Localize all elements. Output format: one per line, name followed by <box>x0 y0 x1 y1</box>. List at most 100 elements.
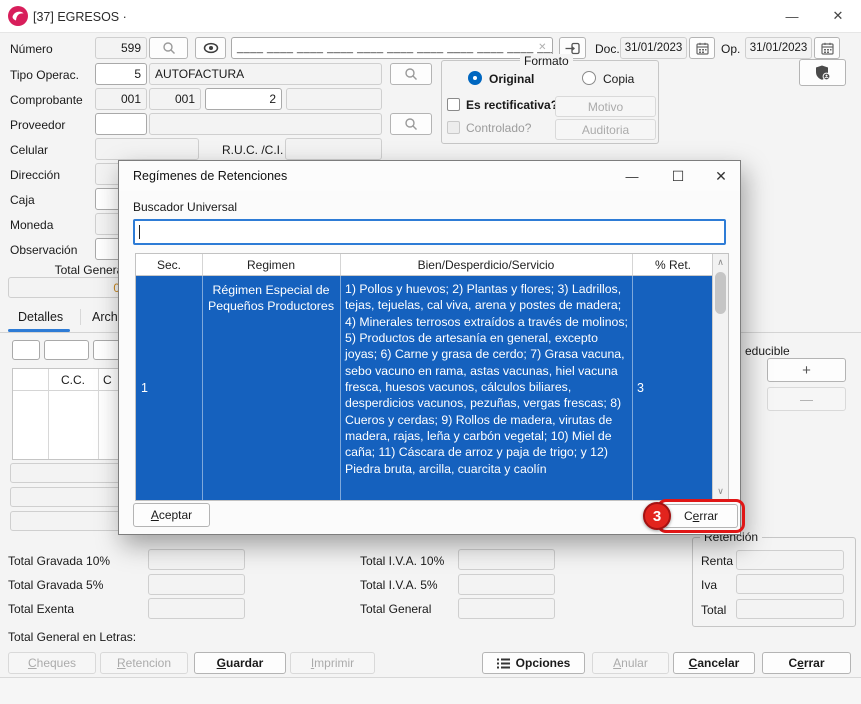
buscador-universal-input[interactable] <box>133 219 726 245</box>
proveedor-code-input[interactable] <box>95 113 147 135</box>
total-iva10-label: Total I.V.A. 10% <box>360 554 444 568</box>
comprobante-input-1[interactable]: 001 <box>95 88 147 110</box>
tab-detalles[interactable]: Detalles <box>18 310 63 324</box>
celular-input[interactable] <box>95 138 199 160</box>
total-iva5-label: Total I.V.A. 5% <box>360 578 438 592</box>
masked-value: ____ ____ ____ ____ ____ ____ ____ ____ … <box>237 42 553 54</box>
ruc-input[interactable] <box>285 138 382 160</box>
total-gravada10-label: Total Gravada 10% <box>8 554 110 568</box>
scroll-up-icon[interactable]: ∧ <box>713 255 728 270</box>
numero-label: Número <box>10 42 53 56</box>
clear-icon[interactable]: ✕ <box>538 42 547 53</box>
proveedor-name-input[interactable] <box>149 113 382 135</box>
security-button[interactable] <box>799 59 846 86</box>
moneda-label: Moneda <box>10 218 53 232</box>
total-retencion-input[interactable] <box>736 599 844 619</box>
total-iva5-input[interactable] <box>458 574 555 595</box>
table-row-selected[interactable]: 1 Régimen Especial de Pequeños Productor… <box>136 276 713 500</box>
egresos-window: [37] EGRESOS · — ✕ Número 599 ____ ____ … <box>0 0 861 704</box>
op-calendar-button[interactable] <box>814 37 840 59</box>
preview-button[interactable] <box>195 37 226 59</box>
retencion-button[interactable]: Retencion <box>100 652 188 674</box>
anular-button[interactable]: Anular <box>592 652 669 674</box>
rectificativa-checkbox[interactable] <box>447 98 460 111</box>
cerrar-main-button[interactable]: Cerrar <box>762 652 851 674</box>
grid-header-cc: C.C. <box>48 373 98 387</box>
cheques-button[interactable]: Cheques <box>8 652 96 674</box>
comprobante-input-2[interactable]: 001 <box>149 88 201 110</box>
total-general-input[interactable] <box>458 598 555 619</box>
comprobante-input-4[interactable] <box>286 88 382 110</box>
doc-label: Doc. <box>595 42 620 56</box>
numero-input[interactable]: 599 <box>95 37 147 59</box>
cell-regimen: Régimen Especial de Pequeños Productores <box>206 282 336 314</box>
modal-close-button[interactable]: ✕ <box>708 166 734 186</box>
rectificativa-label: Es rectificativa? <box>466 98 558 112</box>
remove-row-button[interactable]: — <box>767 387 846 411</box>
copia-radio[interactable] <box>582 71 596 85</box>
cell-ret: 3 <box>637 381 644 395</box>
cancelar-button[interactable]: Cancelar <box>673 652 755 674</box>
col-header-sec[interactable]: Sec. <box>136 254 202 276</box>
total-exenta-label: Total Exenta <box>8 602 74 616</box>
numero-search-button[interactable] <box>149 37 188 59</box>
cerrar-modal-button[interactable]: Cerrar <box>664 504 738 528</box>
total-general-top-label: Total General <box>8 263 126 277</box>
shield-user-icon <box>814 64 832 82</box>
guardar-button[interactable]: Guardar <box>194 652 286 674</box>
controlado-checkbox[interactable] <box>447 121 460 134</box>
tipo-operac-code-input[interactable]: 5 <box>95 63 147 85</box>
regimenes-retenciones-dialog: Regímenes de Retenciones — ☐ ✕ Buscador … <box>118 160 741 535</box>
col-header-ret[interactable]: % Ret. <box>632 254 714 276</box>
total-iva10-input[interactable] <box>458 549 555 570</box>
doc-calendar-button[interactable] <box>689 37 715 59</box>
scroll-down-icon[interactable]: ∨ <box>713 484 728 499</box>
list-options-icon <box>497 658 510 669</box>
modal-title: Regímenes de Retenciones <box>133 169 287 183</box>
total-general-top-input[interactable]: 0 <box>8 277 126 298</box>
table-scrollbar[interactable]: ∧ ∨ <box>712 254 728 500</box>
col-header-bien[interactable]: Bien/Desperdicio/Servicio <box>340 254 632 276</box>
calendar-icon <box>821 42 834 55</box>
celular-label: Celular <box>10 143 48 157</box>
direccion-label: Dirección <box>10 168 60 182</box>
iva-input[interactable] <box>736 574 844 594</box>
total-gravada5-input[interactable] <box>148 574 245 595</box>
scrollbar-thumb[interactable] <box>715 272 726 314</box>
doc-date-input[interactable]: 31/01/2023 <box>620 37 687 59</box>
comprobante-label: Comprobante <box>10 93 83 107</box>
total-gravada10-input[interactable] <box>148 549 245 570</box>
timbrado-masked-input[interactable]: ____ ____ ____ ____ ____ ____ ____ ____ … <box>231 37 553 59</box>
total-exenta-input[interactable] <box>148 598 245 619</box>
modal-maximize-button[interactable]: ☐ <box>665 166 691 186</box>
grid-filter-input-2[interactable] <box>44 340 89 360</box>
original-radio[interactable] <box>468 71 482 85</box>
aceptar-button[interactable]: Aceptar <box>133 503 210 527</box>
deducible-label: educible <box>745 344 790 358</box>
status-bar <box>0 678 861 704</box>
tipo-operac-search-button[interactable] <box>390 63 432 85</box>
imprimir-button[interactable]: Imprimir <box>290 652 375 674</box>
op-label: Op. <box>721 42 740 56</box>
iva-label: Iva <box>701 578 717 592</box>
op-date-input[interactable]: 31/01/2023 <box>745 37 812 59</box>
window-close-button[interactable]: ✕ <box>824 6 852 26</box>
renta-label: Renta <box>701 554 733 568</box>
modal-minimize-button[interactable]: — <box>619 166 645 186</box>
controlado-label: Controlado? <box>466 121 531 135</box>
row-column-separator <box>632 276 633 500</box>
motivo-button[interactable]: Motivo <box>555 96 656 117</box>
grid-filter-input-1[interactable] <box>12 340 40 360</box>
ruc-label: R.U.C. /C.I. <box>222 143 283 157</box>
calendar-icon <box>696 42 709 55</box>
col-header-regimen[interactable]: Regimen <box>202 254 340 276</box>
add-row-button[interactable]: + <box>767 358 846 382</box>
opciones-button[interactable]: Opciones <box>482 652 585 674</box>
cell-bien: 1) Pollos y huevos; 2) Plantas y flores;… <box>345 281 628 477</box>
renta-input[interactable] <box>736 550 844 570</box>
comprobante-input-3[interactable]: 2 <box>205 88 282 110</box>
proveedor-search-button[interactable] <box>390 113 432 135</box>
tipo-operac-name-input[interactable]: AUTOFACTURA <box>149 63 382 85</box>
auditoria-button[interactable]: Auditoria <box>555 119 656 140</box>
window-minimize-button[interactable]: — <box>778 6 806 26</box>
